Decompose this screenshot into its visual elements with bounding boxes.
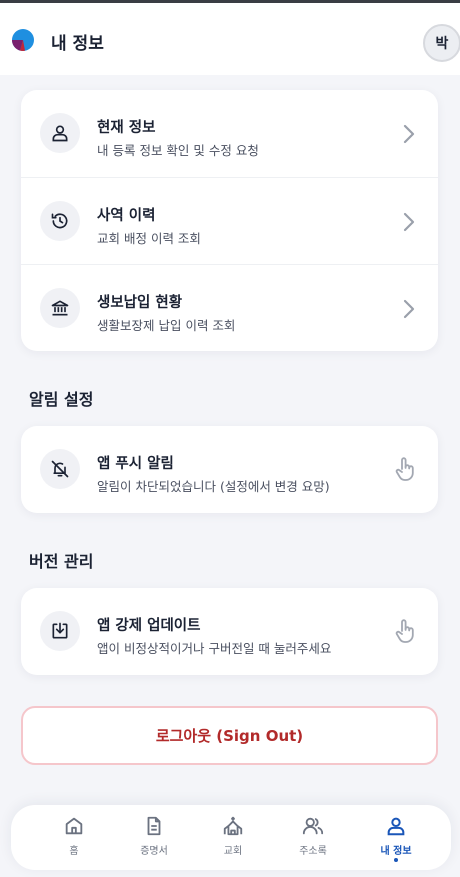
person-icon: [40, 113, 80, 153]
menu-item-subtitle: 내 등록 정보 확인 및 수정 요청: [97, 143, 259, 158]
nav-item-contacts[interactable]: 주소록: [283, 815, 343, 865]
avatar[interactable]: 박: [423, 24, 460, 62]
menu-item-subtitle: 앱이 비정상적이거나 구버전일 때 눌러주세요: [97, 641, 332, 656]
bank-icon: [40, 288, 80, 328]
contacts-icon: [302, 817, 324, 835]
active-indicator: [394, 858, 398, 862]
history-icon: [40, 201, 80, 241]
download-icon: [40, 611, 80, 651]
nav-label: 홈: [69, 846, 79, 857]
menu-item-subtitle: 교회 배정 이력 조회: [97, 231, 201, 246]
menu-item-subtitle: 알림이 차단되었습니다 (설정에서 변경 요망): [97, 479, 330, 494]
nav-label: 주소록: [299, 846, 327, 857]
tap-hand-icon: [395, 457, 414, 481]
chevron-right-icon: [403, 299, 415, 319]
section-title-notifications: 알림 설정: [29, 390, 94, 409]
menu-item-title: 사역 이력: [97, 208, 156, 224]
person-icon: [387, 817, 405, 836]
menu-item-ministry-history[interactable]: 사역 이력 교회 배정 이력 조회: [21, 177, 438, 264]
menu-item-title: 앱 강제 업데이트: [97, 618, 201, 634]
version-card: 앱 강제 업데이트 앱이 비정상적이거나 구버전일 때 눌러주세요: [21, 588, 438, 675]
page-title: 내 정보: [51, 34, 104, 54]
bottom-navigation: 홈 증명서 교회 주소록 내 정보: [11, 805, 451, 870]
menu-item-payment-status[interactable]: 생보납입 현황 생활보장제 납입 이력 조회: [21, 264, 438, 351]
document-icon: [147, 816, 161, 836]
menu-item-push-notifications[interactable]: 앱 푸시 알림 알림이 차단되었습니다 (설정에서 변경 요망): [21, 426, 438, 513]
section-title-version: 버전 관리: [29, 552, 94, 571]
logout-button[interactable]: 로그아웃 (Sign Out): [21, 706, 438, 765]
logout-label: 로그아웃 (Sign Out): [155, 727, 304, 745]
menu-item-force-update[interactable]: 앱 강제 업데이트 앱이 비정상적이거나 구버전일 때 눌러주세요: [21, 588, 438, 675]
avatar-initial: 박: [435, 36, 449, 52]
nav-item-my-info[interactable]: 내 정보: [366, 815, 426, 865]
tap-hand-icon: [395, 619, 414, 643]
nav-label: 교회: [223, 846, 243, 857]
chevron-right-icon: [403, 212, 415, 232]
church-icon: [223, 816, 243, 836]
menu-item-title: 현재 정보: [97, 120, 156, 136]
nav-item-church[interactable]: 교회: [203, 815, 263, 865]
nav-label: 내 정보: [380, 846, 412, 857]
menu-item-title: 생보납입 현황: [97, 295, 183, 311]
home-icon: [65, 817, 83, 835]
app-logo: [11, 29, 34, 51]
menu-item-subtitle: 생활보장제 납입 이력 조회: [97, 318, 236, 333]
bell-off-icon: [40, 449, 80, 489]
chevron-right-icon: [403, 124, 415, 144]
app-header: 내 정보 박: [0, 3, 460, 75]
nav-item-home[interactable]: 홈: [44, 815, 104, 865]
menu-item-title: 앱 푸시 알림: [97, 456, 174, 472]
notification-card: 앱 푸시 알림 알림이 차단되었습니다 (설정에서 변경 요망): [21, 426, 438, 513]
my-info-card: 현재 정보 내 등록 정보 확인 및 수정 요청 사역 이력 교회 배정 이력 …: [21, 90, 438, 351]
nav-item-certificates[interactable]: 증명서: [124, 815, 184, 865]
menu-item-current-info[interactable]: 현재 정보 내 등록 정보 확인 및 수정 요청: [21, 90, 438, 177]
nav-label: 증명서: [140, 846, 168, 857]
